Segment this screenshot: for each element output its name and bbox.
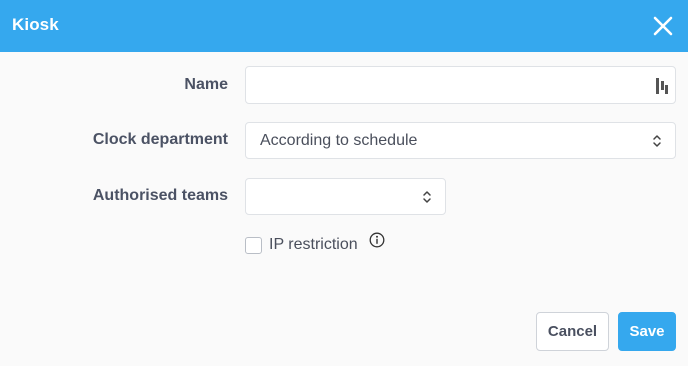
cancel-button[interactable]: Cancel xyxy=(536,312,609,351)
clock-department-value: According to schedule xyxy=(260,132,418,149)
clock-department-label: Clock department xyxy=(92,131,228,148)
info-icon[interactable] xyxy=(369,232,385,248)
kiosk-modal: Kiosk Name Clock department According to… xyxy=(0,0,688,366)
name-label: Name xyxy=(184,76,228,93)
password-manager-icon[interactable] xyxy=(655,77,669,95)
modal-title: Kiosk xyxy=(12,15,59,34)
ip-restriction-label[interactable]: IP restriction xyxy=(269,236,358,254)
ip-restriction-checkbox[interactable] xyxy=(245,237,262,254)
modal-header: Kiosk xyxy=(0,0,688,52)
save-button[interactable]: Save xyxy=(618,312,676,351)
chevron-up-down-icon xyxy=(653,135,661,147)
authorised-teams-label: Authorised teams xyxy=(92,187,228,204)
authorised-teams-select[interactable] xyxy=(245,178,446,215)
clock-department-select[interactable]: According to schedule xyxy=(245,122,676,159)
name-field-wrapper xyxy=(245,66,676,104)
name-input[interactable] xyxy=(246,67,650,101)
chevron-up-down-icon xyxy=(423,191,431,203)
close-icon[interactable] xyxy=(650,13,676,39)
